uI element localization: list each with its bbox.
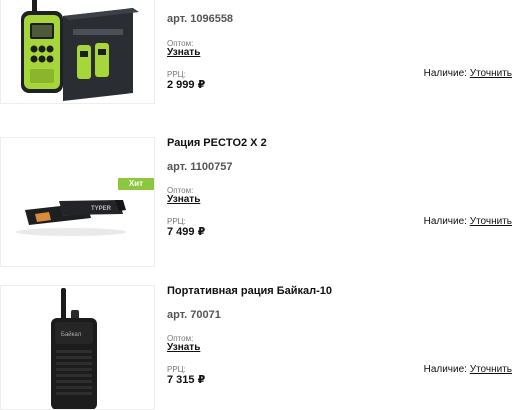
product-image[interactable]: Байкал: [0, 285, 155, 410]
availability-label: Наличие:: [423, 364, 467, 375]
product-card: Байкал Портативная рация Байкал-10 арт. …: [0, 285, 520, 410]
availability-label: Наличие:: [423, 68, 467, 79]
product-info: Рация PECTO2 X 2 арт. 1100757 Оптом: Узн…: [167, 137, 512, 267]
availability-link[interactable]: Уточнить: [470, 364, 512, 375]
product-title[interactable]: Портативная рация Байкал-10: [167, 285, 332, 297]
product-card: арт. 1096558 Оптом: Узнать РРЦ: 2 999 ₽ …: [0, 0, 520, 107]
product-card: TYPER Хит Рация PECTO2 X 2 арт. 1100757 …: [0, 137, 520, 267]
wholesale-link[interactable]: Узнать: [167, 342, 200, 353]
wholesale-link[interactable]: Узнать: [167, 194, 200, 205]
product-price: 7 499 ₽: [167, 226, 206, 238]
availability: Наличие: Уточнить: [424, 216, 512, 227]
black-portable-radio-image: Байкал: [51, 288, 97, 409]
availability-link[interactable]: Уточнить: [470, 216, 512, 227]
product-article: арт. 1100757: [167, 161, 233, 173]
green-walkie-talkie-package-image: [21, 0, 139, 101]
availability: Наличие: Уточнить: [424, 364, 512, 375]
hit-badge: Хит: [118, 178, 154, 190]
compact-radio-pair-image: TYPER: [16, 200, 126, 236]
product-article: арт. 70071: [167, 309, 221, 321]
svg-text:TYPER: TYPER: [91, 206, 112, 212]
product-price: 7 315 ₽: [167, 374, 206, 386]
product-price: 2 999 ₽: [167, 79, 206, 91]
product-image[interactable]: [0, 0, 155, 104]
product-image[interactable]: TYPER Хит: [0, 137, 155, 267]
product-title[interactable]: Рация PECTO2 X 2: [167, 137, 267, 149]
availability-link[interactable]: Уточнить: [470, 68, 512, 79]
product-info: арт. 1096558 Оптом: Узнать РРЦ: 2 999 ₽ …: [167, 0, 512, 107]
availability: Наличие: Уточнить: [424, 68, 512, 79]
wholesale-link[interactable]: Узнать: [167, 47, 200, 58]
product-info: Портативная рация Байкал-10 арт. 70071 О…: [167, 285, 512, 410]
availability-label: Наличие:: [423, 216, 467, 227]
svg-text:Байкал: Байкал: [61, 331, 82, 338]
product-article: арт. 1096558: [167, 13, 234, 25]
